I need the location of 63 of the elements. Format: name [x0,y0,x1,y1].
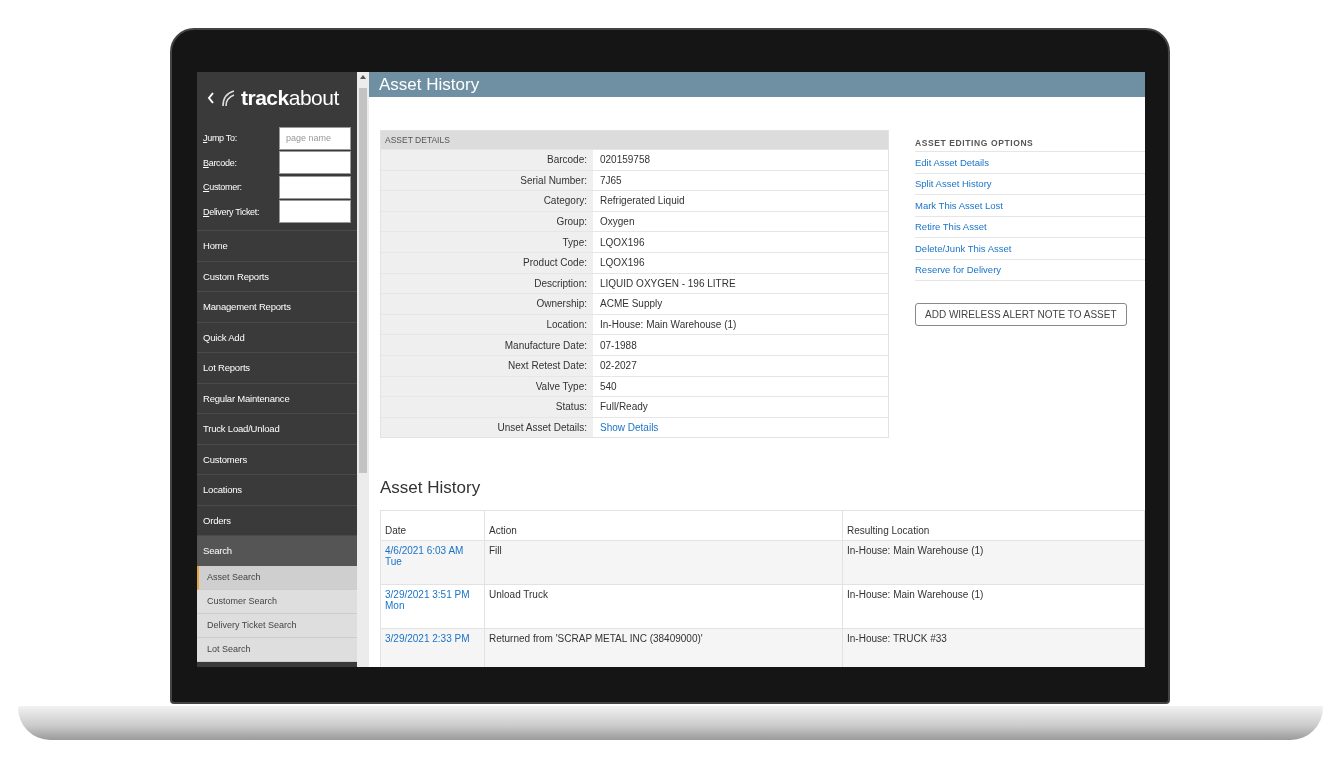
detail-value: Oxygen [600,216,635,228]
detail-label: Description: [381,273,593,294]
detail-value: 07-1988 [600,339,637,351]
input-field[interactable]: page name [279,126,351,150]
input-field[interactable] [279,151,351,175]
logo-arcs-icon [221,88,235,108]
detail-value: Refrigerated Liquid [600,195,685,207]
field-label: Barcode: [203,157,237,168]
detail-label: Product Code: [381,252,593,273]
detail-label: Category: [381,191,593,211]
option-link[interactable]: Edit Asset Details [915,156,989,168]
submenu-item[interactable]: Delivery Ticket Search [197,613,357,638]
field-label: Customer: [203,182,242,193]
detail-label: Status: [381,397,593,417]
back-icon[interactable] [207,92,215,104]
option-link[interactable]: Split Asset History [915,178,992,190]
option-link[interactable]: Reserve for Delivery [915,264,1002,276]
table-cell: Fill [484,540,843,585]
detail-value: ACME Supply [600,298,663,310]
field-label: Jump To: [203,133,237,144]
detail-value: In-House: Main Warehouse (1) [600,319,737,331]
detail-label: Group: [381,211,593,232]
detail-label: Barcode: [381,150,593,170]
options-heading: ASSET EDITING OPTIONS [915,136,1145,152]
panel-heading: ASSET DETAILS [381,131,888,149]
submenu-item[interactable]: Customer Search [197,589,357,614]
page-title: Asset History [369,72,1145,97]
option-link[interactable]: Mark This Asset Lost [915,199,1003,211]
detail-label: Valve Type: [381,376,593,397]
detail-value: 540 [600,380,617,392]
detail-label: Unset Asset Details: [381,417,593,438]
detail-value: 7J65 [600,174,622,186]
detail-label: Ownership: [381,294,593,314]
detail-value: 02-2027 [600,360,637,372]
detail-label: Serial Number: [381,170,593,191]
table-cell: In-House: Main Warehouse (1) [842,540,1145,585]
logo[interactable]: trackabout [241,86,339,110]
column-header: Date [380,510,485,541]
field-label: Delivery Ticket: [203,206,260,217]
detail-value: LQOX196 [600,257,645,269]
column-header: Action [484,510,843,541]
scrollbar[interactable] [357,72,369,667]
detail-label: Type: [381,232,593,252]
column-header: Resulting Location [842,510,1145,541]
table-cell: Unload Truck [484,584,843,629]
nav-item[interactable]: Search [197,535,357,566]
submenu-item[interactable]: Lot Search [197,637,357,662]
input-field[interactable] [279,175,351,199]
detail-value: 020159758 [600,154,651,166]
submenu-item[interactable]: Asset Search [197,565,357,590]
detail-value: LQOX196 [600,236,645,248]
detail-label: Manufacture Date: [381,335,593,355]
detail-label: Location: [381,314,593,335]
add-alert-note-button[interactable]: ADD WIRELESS ALERT NOTE TO ASSET [915,303,1127,326]
input-field[interactable] [279,200,351,224]
table-cell: In-House: Main Warehouse (1) [842,584,1145,629]
option-link[interactable]: Retire This Asset [915,221,987,233]
option-link[interactable]: Delete/Junk This Asset [915,242,1012,254]
detail-label: Next Retest Date: [381,355,593,376]
show-details-link[interactable]: Show Details [600,422,659,433]
detail-value: Full/Ready [600,401,648,413]
detail-value: LIQUID OXYGEN - 196 LITRE [600,277,736,289]
section-title: Asset History [380,478,482,499]
